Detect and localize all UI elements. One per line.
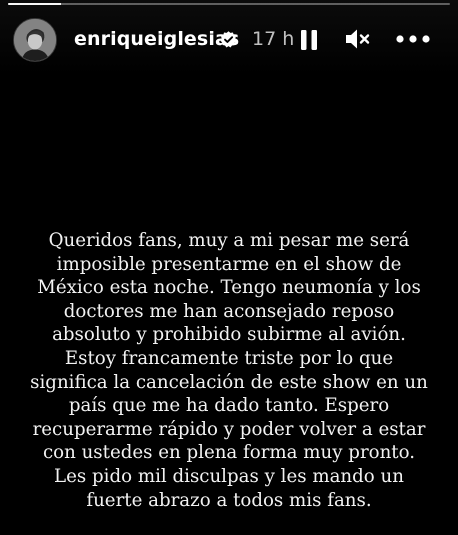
message-line: México esta noche. Tengo neumonía y los [37,277,421,299]
message-line: absoluto y prohibido subirme al avión. [52,324,406,346]
message-line: Les pido mil disculpas y les mando un [54,465,404,487]
message-line: doctores me han aconsejado reposo [63,300,395,322]
message-line: Queridos fans, muy a mi pesar me será [48,230,410,251]
message-line: recuperarme rápido y poder volver a esta… [32,418,426,440]
message-line: fuerte abrazo a todos mis fans. [86,489,372,511]
verified-badge-icon [219,30,238,49]
message-line: país que me ha dado tanto. Espero [68,395,390,417]
message-line: Estoy francamente triste por lo que [64,347,394,369]
message-line: imposible presentarme en el show de [56,253,402,275]
pause-icon [301,30,317,50]
username[interactable]: enriqueiglesias [74,27,239,51]
speaker-muted-icon [346,29,370,49]
message-line: significa la cancelación de este show en… [30,371,428,393]
avatar[interactable] [13,18,57,62]
profile-photo-icon [14,19,56,61]
story-view[interactable]: enriqueiglesias 17 h Queridos fans, muy … [0,0,458,535]
more-options-icon [396,35,430,43]
message-line: con ustedes en plena forma muy pronto. [42,442,416,464]
story-header: enriqueiglesias 17 h [0,0,458,80]
story-message: Queridos fans, muy a mi pesar me será imp… [20,229,438,512]
more-options-button[interactable] [395,24,431,54]
mute-button[interactable] [345,24,371,54]
pause-button[interactable] [299,24,319,54]
post-timestamp: 17 h [252,28,295,50]
